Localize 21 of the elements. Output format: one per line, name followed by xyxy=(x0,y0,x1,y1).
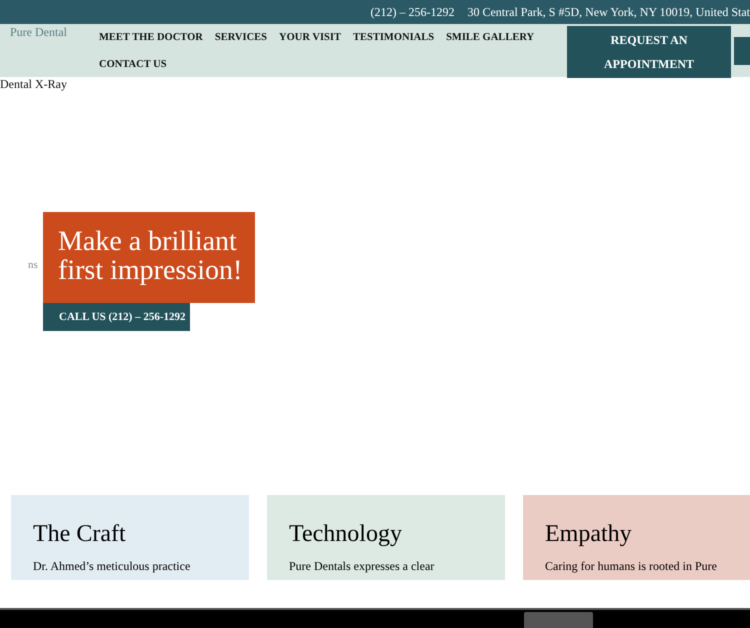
card-text: Pure Dentals expresses a clear xyxy=(289,559,436,573)
card-title: Empathy xyxy=(545,520,633,549)
hero-headline: Make a brilliant first impression! xyxy=(43,212,255,303)
call-button[interactable]: CALL US (212) – 256-1292 xyxy=(43,303,190,331)
nav-link[interactable]: TESTIMONIALS xyxy=(352,24,446,51)
phone-number: (212) – 256-1292 xyxy=(370,4,454,20)
address-text: 30 Central Park, S #5D, New York, NY 10019, United Stat xyxy=(467,4,750,20)
card-title: Technology xyxy=(289,520,403,549)
nav-link[interactable]: CONTACT US xyxy=(99,51,179,78)
card-text: Caring for humans is rooted in Pure xyxy=(545,559,718,573)
nav-link[interactable]: MEET THE DOCTOR xyxy=(99,24,215,51)
bottom-tab[interactable] xyxy=(524,612,593,628)
nav-link[interactable]: SERVICES xyxy=(214,24,280,51)
nav-link[interactable]: SMILE GALLERY xyxy=(446,24,546,51)
nav-link[interactable]: YOUR VISIT xyxy=(279,24,353,51)
side-text: ns xyxy=(28,259,38,271)
image-alt-text: Dental X-Ray xyxy=(0,78,67,91)
card-text: Dr. Ahmed’s meticulous practice xyxy=(33,559,192,573)
card-title: The Craft xyxy=(33,520,127,549)
header-button[interactable] xyxy=(734,37,750,65)
appointment-button[interactable]: REQUEST AN APPOINTMENT xyxy=(567,26,731,78)
